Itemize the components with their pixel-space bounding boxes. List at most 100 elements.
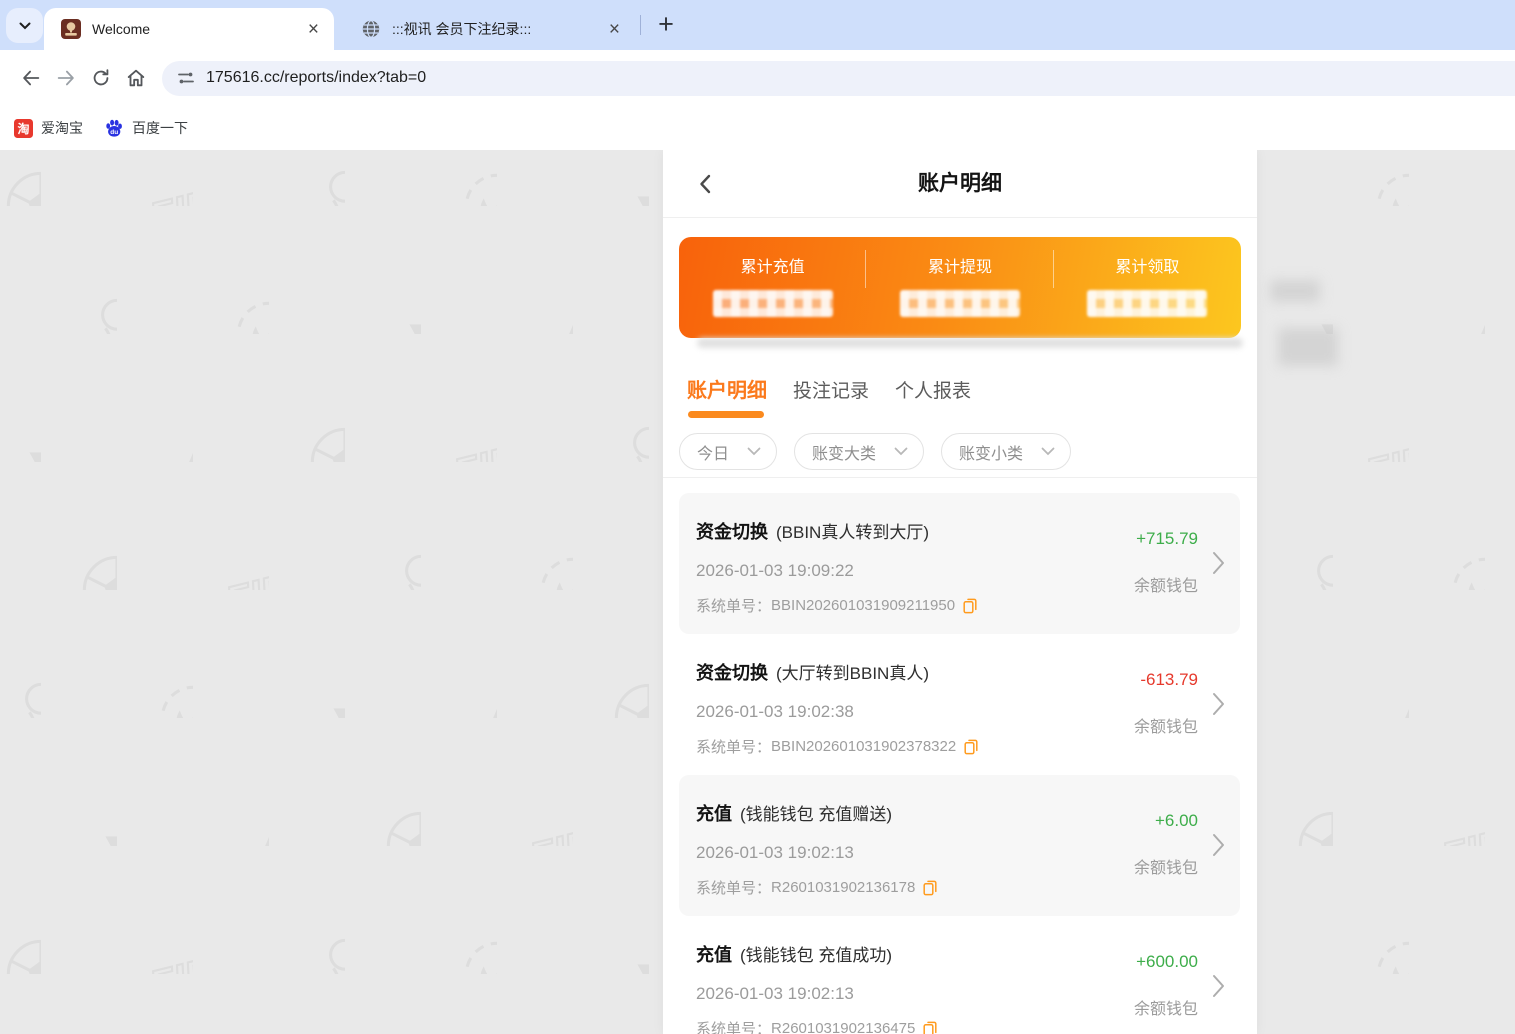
txn-order-no: BBIN202601031909211950 (771, 597, 956, 614)
txn-wallet: 余额钱包 (1133, 1001, 1198, 1018)
txn-order-no: R2601031902136178 (771, 879, 916, 896)
copy-icon (964, 739, 978, 754)
back-button[interactable] (18, 65, 44, 91)
close-icon[interactable]: × (604, 20, 625, 39)
section-tabs: 账户明细 投注记录 个人报表 (687, 374, 971, 418)
chevron-down-icon (894, 447, 908, 456)
panel-header: 账户明细 (663, 150, 1257, 218)
filter-date[interactable]: 今日 (679, 433, 778, 470)
txn-order-label: 系统单号： (696, 880, 772, 897)
browser-toolbar: 175616.cc/reports/index?tab=0 (0, 50, 1515, 106)
txn-type: 充值 (696, 804, 732, 824)
txn-amount-block: +715.79 余额钱包 (1076, 518, 1228, 634)
txn-time: 2026-01-03 19:09:22 (696, 561, 854, 580)
tab-bet-records[interactable]: 投注记录 (793, 376, 869, 418)
tab-betting-records[interactable]: :::视讯 会员下注纪录::: × (345, 8, 635, 50)
copy-button[interactable] (923, 880, 938, 896)
section-divider (663, 477, 1257, 478)
tab-label: 账户明细 (687, 380, 767, 402)
copy-icon (923, 880, 937, 895)
txn-order-label: 系统单号： (696, 1021, 772, 1034)
transaction-list: 资金切换 (BBIN真人转到大厅) 2026-01-03 19:09:22 系统… (679, 493, 1240, 1034)
taobao-icon: 淘 (14, 118, 33, 138)
address-bar[interactable]: 175616.cc/reports/index?tab=0 (162, 60, 1515, 96)
transaction-row[interactable]: 资金切换 (BBIN真人转到大厅) 2026-01-03 19:09:22 系统… (679, 493, 1240, 634)
transaction-row[interactable]: 资金切换 (大厅转到BBIN真人) 2026-01-03 19:02:38 系统… (679, 634, 1240, 775)
txn-wallet: 余额钱包 (1133, 860, 1198, 877)
filter-minor-category[interactable]: 账变小类 (941, 433, 1072, 470)
bookmarks-bar: 淘 爱淘宝 du 百度一下 (0, 106, 1515, 150)
chevron-down-icon (19, 22, 30, 29)
txn-amount-block: -613.79 余额钱包 (1076, 659, 1228, 775)
txn-info: 充值 (钱能钱包 充值赠送) 2026-01-03 19:02:13 系统单号：… (696, 800, 1076, 916)
txn-amount: -613.79 (1140, 670, 1198, 689)
tab-account-detail[interactable]: 账户明细 (687, 374, 767, 418)
txn-subtitle: (BBIN真人转到大厅) (776, 523, 929, 542)
copy-button[interactable] (923, 1021, 938, 1034)
summary-col-withdraw: 累计提现 (866, 237, 1054, 338)
txn-amount-block: +600.00 余额钱包 (1076, 941, 1228, 1034)
tab-welcome[interactable]: Welcome × (44, 8, 334, 50)
txn-order-no: R2601031902136475 (771, 1020, 916, 1034)
bookmark-baidu[interactable]: du 百度一下 (104, 118, 188, 138)
forward-button[interactable] (53, 65, 79, 91)
txn-amount: +600.00 (1136, 952, 1198, 971)
filter-major-category[interactable]: 账变大类 (794, 433, 925, 470)
close-icon[interactable]: × (303, 20, 324, 39)
bookmark-label: 爱淘宝 (41, 120, 83, 136)
txn-time: 2026-01-03 19:02:38 (696, 702, 854, 721)
reload-button[interactable] (88, 65, 114, 91)
summary-label: 累计充值 (740, 259, 805, 276)
tab-title: :::视讯 会员下注纪录::: (392, 21, 532, 37)
masked-value (1087, 290, 1208, 317)
tab-search-button[interactable] (6, 8, 43, 43)
txn-amount: +6.00 (1154, 811, 1198, 830)
baidu-icon: du (106, 119, 122, 137)
chevron-right-icon (1213, 552, 1224, 574)
active-tab-underline (688, 411, 764, 418)
card-shadow (697, 338, 1243, 348)
txn-order-label: 系统单号： (696, 739, 772, 756)
txn-subtitle: (钱能钱包 充值成功) (740, 946, 893, 965)
summary-card: 累计充值 累计提现 累计领取 (679, 237, 1241, 338)
txn-info: 资金切换 (大厅转到BBIN真人) 2026-01-03 19:02:38 系统… (696, 659, 1076, 775)
home-button[interactable] (123, 65, 149, 91)
txn-order-label: 系统单号： (696, 598, 772, 615)
txn-type: 资金切换 (696, 522, 768, 542)
txn-type: 资金切换 (696, 663, 768, 683)
tab-personal-report[interactable]: 个人报表 (895, 376, 971, 418)
bookmark-taobao[interactable]: 淘 爱淘宝 (14, 118, 83, 138)
browser-window: Welcome × :::视讯 会员下注纪录::: × + 175616.cc/… (0, 0, 1515, 1034)
page-back-button[interactable] (693, 171, 719, 197)
copy-icon (923, 1021, 937, 1034)
chevron-down-icon (1041, 447, 1055, 456)
filter-row: 今日 账变大类 账变小类 (679, 433, 1072, 470)
chevron-down-icon (747, 447, 761, 456)
back-arrow-icon (23, 70, 40, 86)
forward-arrow-icon (57, 70, 74, 86)
masked-value (712, 290, 833, 317)
copy-button[interactable] (963, 598, 978, 614)
filter-label: 账变小类 (959, 445, 1024, 463)
tab-label: 投注记录 (793, 381, 870, 402)
chevron-left-icon (700, 174, 711, 194)
blurred-region (1270, 280, 1320, 302)
svg-text:淘: 淘 (17, 121, 29, 136)
transaction-row[interactable]: 充值 (钱能钱包 充值赠送) 2026-01-03 19:02:13 系统单号：… (679, 775, 1240, 916)
copy-button[interactable] (964, 739, 979, 755)
svg-text:du: du (110, 129, 118, 136)
tab-strip: Welcome × :::视讯 会员下注纪录::: × + (0, 0, 1515, 50)
chevron-right-icon (1213, 693, 1224, 715)
new-tab-button[interactable]: + (648, 6, 684, 42)
chevron-right-icon (1213, 834, 1224, 856)
bookmark-label: 百度一下 (132, 120, 188, 136)
masked-value (899, 290, 1020, 317)
txn-type: 充值 (696, 945, 732, 965)
filter-label: 账变大类 (812, 445, 877, 463)
site-settings-icon (178, 72, 194, 84)
reload-icon (93, 69, 109, 86)
tab-divider (640, 15, 641, 35)
transaction-row[interactable]: 充值 (钱能钱包 充值成功) 2026-01-03 19:02:13 系统单号：… (679, 916, 1240, 1034)
copy-icon (963, 598, 977, 613)
url-text: 175616.cc/reports/index?tab=0 (206, 69, 427, 86)
